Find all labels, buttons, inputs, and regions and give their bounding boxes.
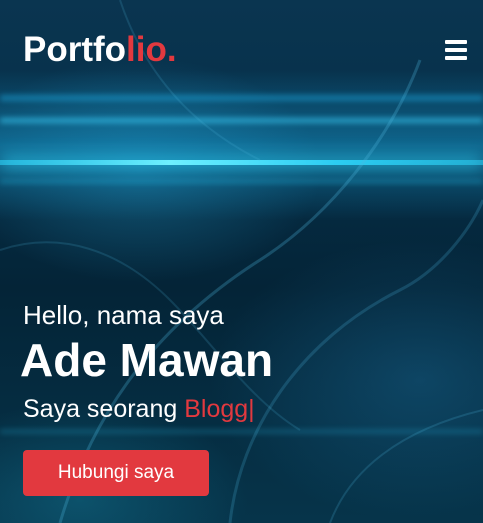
hero-greeting: Hello, nama saya (23, 300, 224, 330)
hero-name: Ade Mawan (20, 334, 274, 386)
hero-role: Saya seorang Blogg| (23, 393, 255, 425)
navbar: Portfolio. (0, 0, 483, 100)
menu-bar (445, 48, 467, 52)
menu-bar (445, 56, 467, 60)
menu-bar (445, 40, 467, 44)
hero-role-prefix: Saya seorang (23, 395, 185, 423)
contact-me-button[interactable]: Hubungi saya (23, 450, 209, 496)
hamburger-menu-icon[interactable] (445, 40, 467, 60)
hero-role-typed-text: Blogg| (184, 395, 255, 423)
site-logo[interactable]: Portfolio. (23, 30, 177, 70)
hero-section: Portfolio. Hello, nama saya Ade Mawan Sa… (0, 0, 483, 523)
logo-text-accent: lio. (126, 30, 177, 69)
logo-text: Portfo (23, 30, 127, 69)
